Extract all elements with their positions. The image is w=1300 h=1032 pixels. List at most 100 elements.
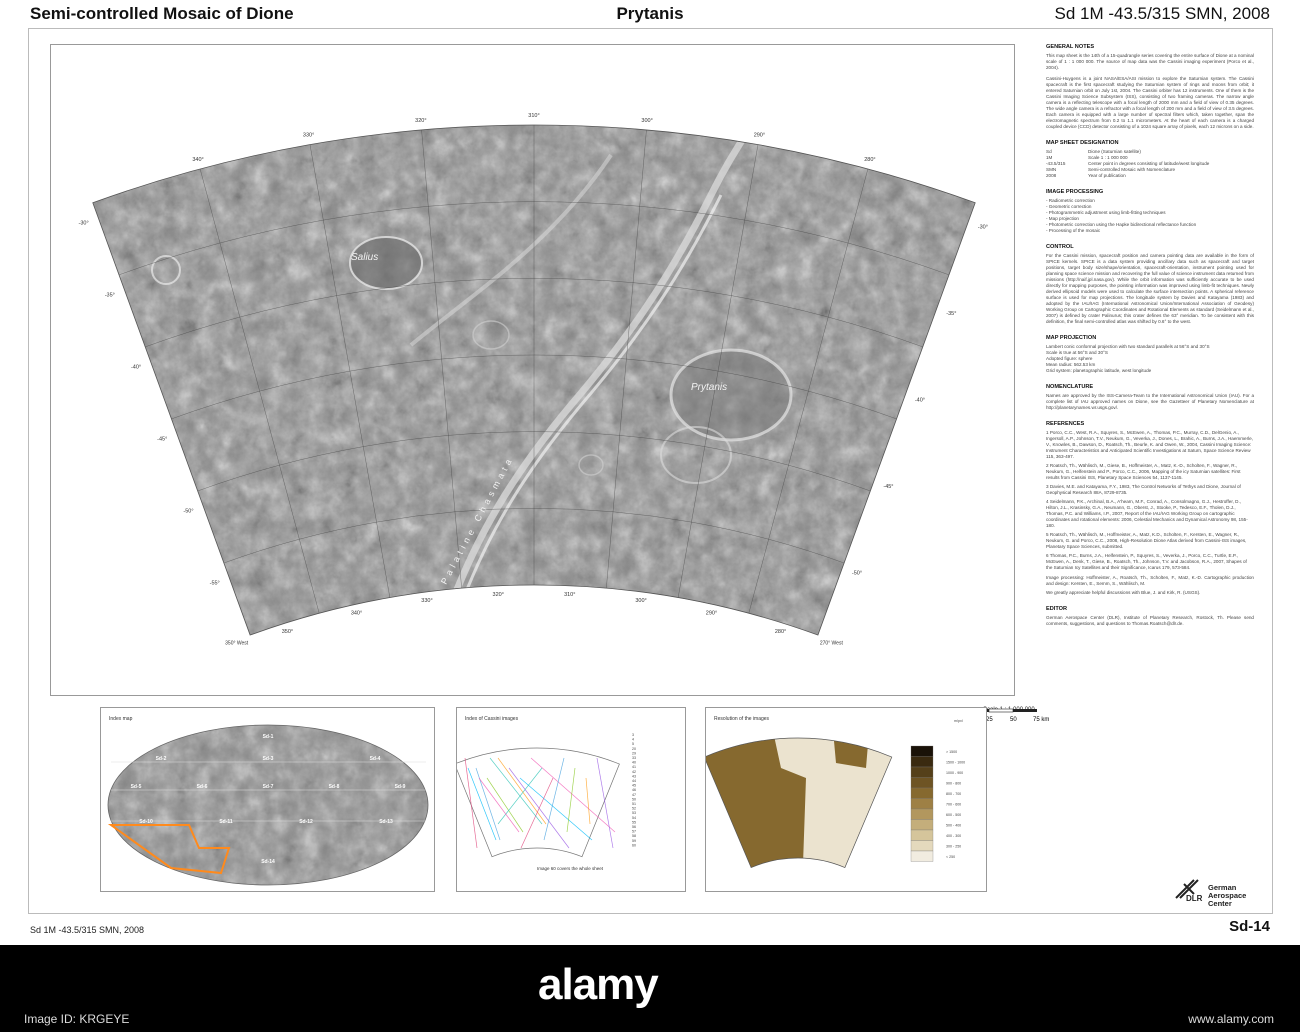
- general-notes-body: This map sheet is the 14th of a 15-quadr…: [1046, 53, 1254, 70]
- right-latitude-label: -45°: [883, 484, 893, 490]
- designation-text: Scale 1 : 1 000 000: [1088, 155, 1128, 160]
- image-id: Image ID: KRGEYE: [24, 1012, 130, 1026]
- dlr-logo: DLR German Aerospace Center: [1172, 876, 1272, 908]
- editor-body: German Aerospace Center (DLR), Institute…: [1046, 615, 1254, 626]
- index-quad-label: Sd-8: [329, 784, 340, 790]
- image-number: 58: [632, 834, 636, 838]
- index-quad-label: Sd-7: [263, 784, 274, 790]
- bottom-longitude-label: 300°: [635, 598, 646, 604]
- left-latitude-label: -55°: [210, 581, 220, 587]
- legend-label: > 1500: [946, 750, 957, 754]
- image-number: 57: [632, 830, 636, 834]
- legend-label: 500 - 400: [946, 824, 961, 828]
- sheet-designation: Sd 1M -43.5/315 SMN, 2008: [1054, 4, 1270, 23]
- corner-label: 270° West: [820, 641, 844, 647]
- designation-text: Semi-controlled Mosaic with Nomenclature: [1088, 167, 1176, 172]
- alamy-url[interactable]: www.alamy.com: [1188, 1012, 1274, 1026]
- image-number: 20: [632, 747, 636, 751]
- resolution-legend: m/pxl > 1500 1500 - 1000 1000 - 900 900 - 80…: [910, 719, 965, 862]
- index-quad-label: Sd-9: [395, 784, 406, 790]
- legend-label: 900 - 800: [946, 782, 961, 786]
- resolution-panel: Resolution of the images m/pxl > 1500 1500…: [703, 707, 987, 892]
- top-longitude-label: 330°: [303, 133, 314, 139]
- main-map: Salius Prytanis Palatine Chasmata 340° 33…: [50, 44, 1049, 723]
- image-number: 3: [632, 733, 634, 737]
- top-longitude-label: 290°: [754, 133, 765, 139]
- index-map-title: Index map: [109, 716, 133, 722]
- image-number: 45: [632, 784, 636, 788]
- resolution-zone-north: [831, 738, 871, 768]
- bottom-longitude-label: 340°: [351, 610, 362, 616]
- bottom-longitude-label: 310°: [564, 592, 575, 598]
- image-number: 52: [632, 807, 636, 811]
- label-prytanis: Prytanis: [691, 382, 727, 393]
- image-number: 55: [632, 820, 636, 824]
- corner-label: 350° West: [225, 641, 249, 647]
- image-number: 42: [632, 770, 636, 774]
- dlr-name: German Aerospace Center: [1208, 884, 1272, 908]
- nomenclature-body: Names are approved by the ISS-Camera-Tea…: [1046, 393, 1254, 410]
- processing-item: - Processing of the mosaic: [1046, 228, 1101, 233]
- index-quad-label: Sd-3: [263, 756, 274, 762]
- projection-title: MAP PROJECTION: [1046, 335, 1097, 341]
- cassini-images-title: Index of Cassini images: [465, 716, 519, 722]
- dlr-mark-text: DLR: [1186, 894, 1203, 903]
- index-quad-label: Sd-14: [261, 859, 275, 865]
- cassini-footprints: 3452029334041424344454647505152535455565…: [454, 733, 636, 871]
- image-number: 50: [632, 797, 636, 801]
- reference-item: 6 Thomas, P.C., Burns, J.A., Helfenstein…: [1046, 553, 1247, 570]
- index-quad-label: Sd-13: [379, 819, 393, 825]
- legend-swatch: [910, 798, 934, 810]
- image-number: 59: [632, 839, 636, 843]
- quadrangle-name: Prytanis: [616, 4, 684, 23]
- reference-item: 5 Roatsch, Th., Wählisch, M., Hoffmeiste…: [1046, 532, 1247, 549]
- index-quad-label: Sd-12: [299, 819, 313, 825]
- reference-item: 3 Davies, M.E. and Katayama, F.Y., 1983,…: [1046, 484, 1241, 495]
- image-number: 51: [632, 802, 636, 806]
- top-longitude-label: 300°: [641, 118, 652, 124]
- legend-label: 700 - 600: [946, 803, 961, 807]
- legend-label: 400 - 300: [946, 834, 961, 838]
- processing-list: - Radiometric correction - Geometric corr…: [1046, 198, 1254, 234]
- legend-swatch: [910, 777, 934, 789]
- image-number: 33: [632, 756, 636, 760]
- top-longitude-label: 320°: [415, 118, 426, 124]
- right-latitude-label: -30°: [978, 225, 988, 231]
- cassini-images-panel: Index of Cassini images 3 4 5 20 29 33 40 41 42 4…: [454, 707, 686, 892]
- references-list: 1 Porco, C.C., West, R.A., Squyres, S., …: [1046, 430, 1254, 571]
- legend-label: < 250: [946, 855, 955, 859]
- right-latitude-label: -35°: [946, 311, 956, 317]
- legend-header: m/pxl: [954, 719, 963, 723]
- resolution-title: Resolution of the images: [714, 716, 770, 722]
- control-title: CONTROL: [1046, 244, 1074, 250]
- bottom-longitude-label: 280°: [775, 629, 786, 635]
- designation-text: Dione (Saturnian satellite): [1088, 149, 1141, 154]
- cassini-footnote: Image 60 covers the whole sheet: [537, 866, 604, 871]
- general-notes-title: GENERAL NOTES: [1046, 44, 1095, 50]
- image-number: 43: [632, 774, 636, 778]
- reference-item: 1 Porco, C.C., West, R.A., Squyres, S., …: [1046, 430, 1253, 459]
- index-map-globe: Sd-1 Sd-2 Sd-3 Sd-4 Sd-5 Sd-6 Sd-7 Sd-8 Sd-9 Sd-1…: [94, 704, 429, 886]
- bottom-longitude-label: 290°: [706, 610, 717, 616]
- references-title: REFERENCES: [1046, 421, 1085, 427]
- label-salius: Salius: [351, 252, 378, 263]
- legend-swatch: [910, 745, 934, 757]
- image-number: 5: [632, 742, 634, 746]
- designation-title: MAP SHEET DESIGNATION: [1046, 140, 1119, 146]
- legend-label: 300 - 250: [946, 845, 961, 849]
- main-map-canvas: Salius Prytanis Palatine Chasmata 340°33…: [79, 113, 988, 647]
- index-quad-label: Sd-4: [370, 756, 381, 762]
- reference-item: 4 Seidelmann, P.K., Archinal, B.A., A'he…: [1046, 499, 1248, 528]
- image-number: 47: [632, 793, 636, 797]
- crater-salius: [349, 236, 423, 290]
- image-number: 46: [632, 788, 636, 792]
- scale-tick-75: 75 km: [1033, 717, 1049, 723]
- index-map-panel: Index map Sd-1 Sd-2 Sd-3 Sd-4 Sd-5 Sd-6 Sd-7 Sd…: [94, 704, 435, 892]
- image-list: 3452029334041424344454647505152535455565…: [632, 733, 636, 847]
- dlr-name-line2: Aerospace Center: [1208, 891, 1247, 908]
- alamy-logo: alamy: [538, 960, 659, 1009]
- legend-label: 1000 - 900: [946, 771, 963, 775]
- credits: Image processing: Hoffmeister, A., Roats…: [1046, 575, 1254, 586]
- projection-item: Grid system: planetographic latitude, we…: [1046, 368, 1152, 373]
- image-number: 29: [632, 751, 636, 755]
